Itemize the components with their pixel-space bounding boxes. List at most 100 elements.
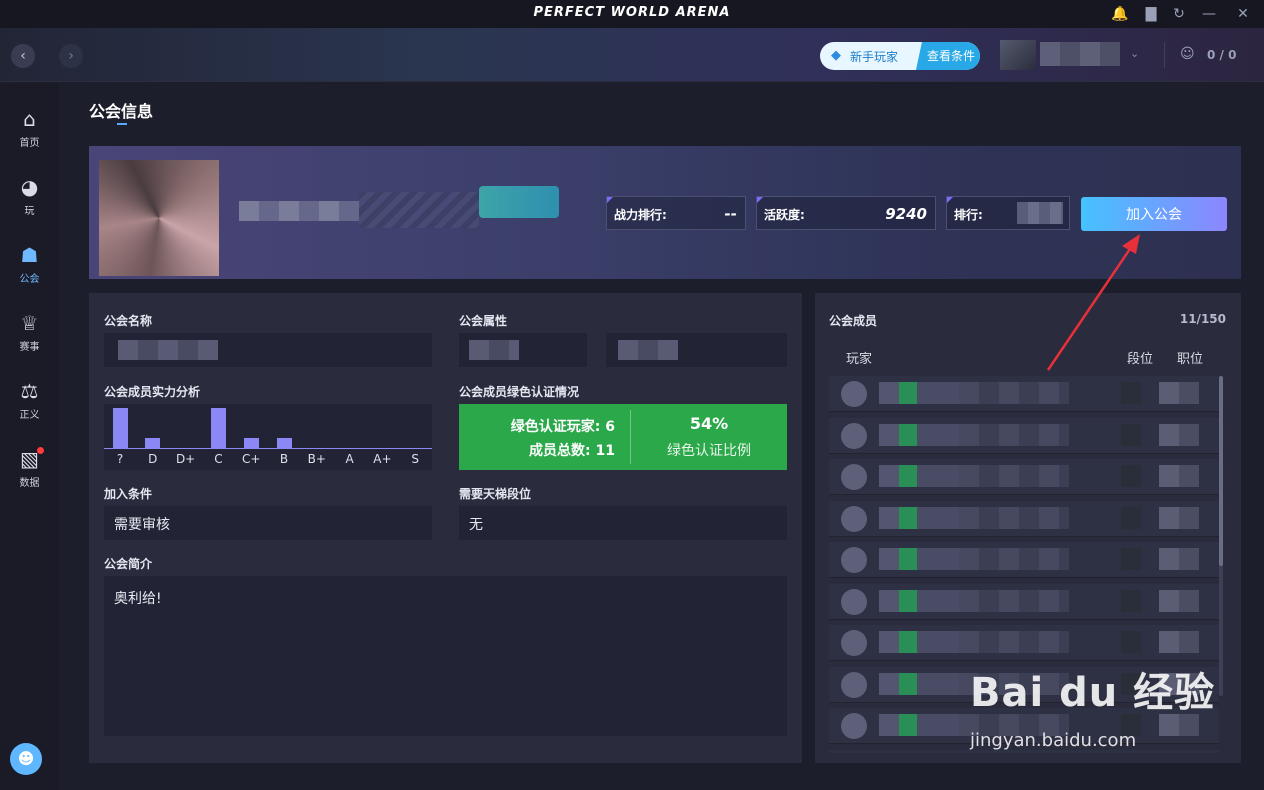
- chart-tick-0: ?: [116, 452, 124, 466]
- redacted-name2: [959, 465, 1069, 487]
- forward-button[interactable]: ›: [59, 44, 83, 68]
- redacted-name: [879, 423, 959, 446]
- notification-dot: [37, 447, 44, 454]
- sidebar-item-home[interactable]: ⌂ 首页: [0, 99, 59, 155]
- member-row[interactable]: [829, 542, 1219, 578]
- redacted-name2: [959, 631, 1069, 653]
- minimize-icon[interactable]: —: [1198, 3, 1220, 25]
- chart-axis: [104, 448, 432, 449]
- member-row[interactable]: [829, 708, 1219, 744]
- attribute-redacted: [618, 340, 678, 360]
- avatar: [841, 505, 867, 532]
- combat-rank-value: --: [724, 205, 737, 223]
- strength-analysis-label: 公会成员实力分析: [104, 385, 201, 399]
- avatar: [841, 381, 867, 407]
- redacted-name2: [959, 672, 1069, 695]
- redacted-rank: [1121, 465, 1141, 487]
- activity-box: 活跃度: 9240: [756, 196, 936, 230]
- sidebar: ⌂ 首页 ◕ 玩 ☗ 公会 ♕ 赛事 ⚖ 正义 ▧ 数据 ☻: [0, 83, 59, 790]
- guild-tag-redacted: [479, 186, 559, 218]
- chart-tick-7: A: [345, 452, 354, 466]
- member-row[interactable]: [829, 666, 1219, 703]
- mascot-icon[interactable]: ☻: [10, 743, 42, 775]
- member-row[interactable]: [829, 500, 1219, 537]
- member-row[interactable]: [829, 749, 1219, 753]
- redacted-name2: [959, 423, 1069, 446]
- chart-tick-1: D: [148, 452, 158, 466]
- redacted-pos: [1159, 382, 1199, 404]
- sidebar-item-play[interactable]: ◕ 玩: [0, 167, 59, 223]
- column-position: 职位: [1177, 352, 1204, 367]
- sidebar-item-guild[interactable]: ☗ 公会: [0, 235, 59, 291]
- attribute-redacted: [469, 340, 519, 360]
- redacted-name: [879, 714, 959, 736]
- guild-banner: 战力排行: -- 活跃度: 9240 排行: 加入公会: [89, 146, 1241, 279]
- avatar[interactable]: [1000, 40, 1036, 70]
- view-conditions-button[interactable]: 查看条件: [916, 42, 980, 70]
- column-player: 玩家: [846, 352, 873, 367]
- redacted-name: [879, 631, 959, 653]
- avatar: [841, 671, 867, 698]
- home-icon: ⌂: [23, 107, 36, 131]
- join-guild-button[interactable]: 加入公会: [1081, 197, 1227, 231]
- member-row[interactable]: [829, 625, 1219, 661]
- chart-tick-3: C: [214, 452, 223, 466]
- join-condition-value: 需要审核: [114, 517, 170, 533]
- member-row[interactable]: [829, 459, 1219, 495]
- member-row[interactable]: [829, 583, 1219, 620]
- member-row[interactable]: [829, 417, 1219, 454]
- join-condition-label: 加入条件: [104, 487, 153, 501]
- redacted-pos: [1159, 631, 1199, 653]
- back-button[interactable]: ‹: [11, 44, 35, 68]
- ladder-rank-value: 无: [469, 517, 483, 533]
- bell-icon[interactable]: 🔔: [1109, 3, 1131, 25]
- newbie-badge[interactable]: ◆ 新手玩家 查看条件: [820, 42, 980, 70]
- redacted-rank: [1121, 423, 1141, 446]
- member-row[interactable]: [829, 376, 1219, 412]
- friends-icon[interactable]: ☺: [1180, 46, 1195, 62]
- redacted-pos: [1159, 548, 1199, 570]
- redacted-name2: [959, 382, 1069, 404]
- friends-count: 0 / 0: [1207, 48, 1237, 62]
- chart-bar-5: [276, 438, 292, 448]
- page-title: 公会信息: [89, 102, 154, 121]
- guild-attribute-field-1: [459, 333, 587, 367]
- account-name[interactable]: [1040, 42, 1120, 66]
- app-title: PERFECT WORLD ARENA: [533, 5, 731, 20]
- join-condition-field: 需要审核: [104, 506, 432, 540]
- redacted-name: [879, 465, 959, 487]
- newbie-label: 新手玩家: [850, 50, 899, 64]
- chart-bar-0: [112, 408, 128, 448]
- redacted-rank: [1121, 672, 1141, 695]
- members-panel: 公会成员 11/150 玩家 段位 职位: [815, 293, 1241, 763]
- chart-bar-3: [210, 408, 226, 448]
- guild-icon: ☗: [20, 243, 39, 267]
- guild-attribute-field-2: [606, 333, 787, 367]
- header-bar: ‹ › ◆ 新手玩家 查看条件 ⌄ ☺ 0 / 0: [0, 28, 1264, 82]
- green-ratio-label: 绿色认证比例: [667, 443, 751, 459]
- redacted-pos: [1159, 672, 1199, 695]
- chart-bar-4: [243, 438, 259, 448]
- redacted-name2: [959, 548, 1069, 570]
- chart-tick-6: B+: [307, 452, 326, 466]
- chart-bar-1: [145, 438, 161, 448]
- redacted-rank: [1121, 714, 1141, 736]
- sidebar-item-data[interactable]: ▧ 数据: [0, 439, 59, 495]
- intro-label: 公会简介: [104, 557, 153, 571]
- green-certified-line: 绿色认证玩家: 6: [510, 419, 615, 435]
- sidebar-item-justice[interactable]: ⚖ 正义: [0, 371, 59, 427]
- close-icon[interactable]: ✕: [1232, 3, 1254, 25]
- redacted-pos: [1159, 589, 1199, 612]
- redacted-rank: [1121, 589, 1141, 612]
- scrollbar-thumb[interactable]: [1219, 376, 1223, 566]
- sidebar-item-events[interactable]: ♕ 赛事: [0, 303, 59, 359]
- avatar: [841, 422, 867, 449]
- avatar: [841, 588, 867, 615]
- members-count: 11/150: [1179, 312, 1226, 326]
- chevron-down-icon[interactable]: ⌄: [1130, 47, 1139, 60]
- chart-tick-9: S: [411, 452, 419, 466]
- scales-icon: ⚖: [20, 379, 39, 403]
- refresh-icon[interactable]: ↻: [1168, 3, 1190, 25]
- redacted-name2: [959, 714, 1069, 736]
- members-list[interactable]: [829, 373, 1221, 753]
